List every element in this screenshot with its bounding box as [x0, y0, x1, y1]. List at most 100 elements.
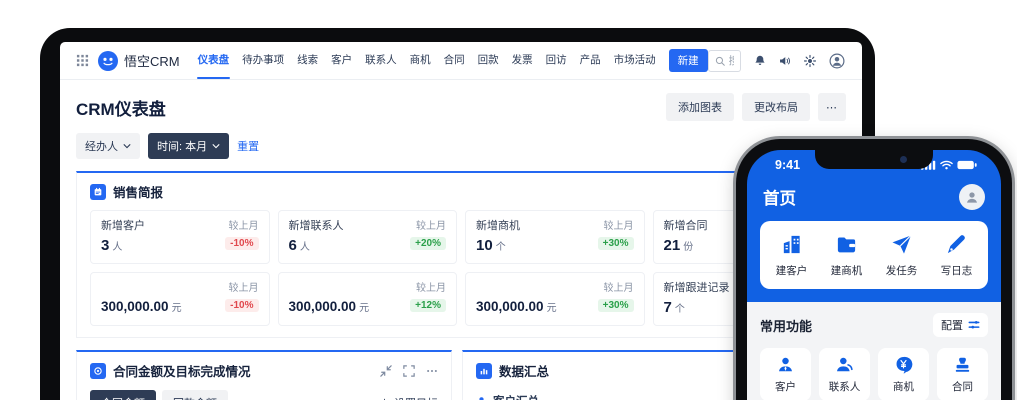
bell-icon[interactable]: [753, 54, 767, 68]
summary-panel-icon: [476, 363, 492, 379]
top-nav: 悟空CRM 仪表盘 待办事项 线索 客户 联系人 商机 合同 回款 发票 回访 …: [60, 42, 862, 80]
more-icon[interactable]: [426, 365, 438, 377]
menu-item-payments[interactable]: 回款: [475, 42, 502, 79]
person-icon: [964, 189, 980, 205]
menu-item-marketing[interactable]: 市场活动: [611, 42, 659, 79]
metric-value: 300,000.00: [289, 299, 357, 314]
create-new-button[interactable]: 新建: [669, 49, 708, 72]
nav-icons: [753, 52, 846, 70]
compare-label: 较上月: [225, 217, 258, 232]
contract-panel-title: 合同金额及目标完成情况: [113, 361, 251, 380]
metric-unit: 人: [112, 242, 122, 253]
metric-value: 3: [101, 237, 109, 254]
sales-brief-panel: 销售简报 新增客户 3人 较上月 -10% 新增联系人 6人 较上月 +20%: [76, 171, 846, 338]
page-header: CRM仪表盘 添加图表 更改布局 ⋯: [60, 80, 862, 121]
metric-title: [476, 279, 557, 294]
menu-item-opportunities[interactable]: 商机: [407, 42, 434, 79]
tile-contracts[interactable]: 合同: [937, 348, 988, 400]
metric-card-new-contacts: 新增联系人 6人 较上月 +20%: [278, 210, 458, 264]
speaker-icon[interactable]: [778, 54, 792, 68]
metric-value: 21: [664, 237, 681, 254]
search-input[interactable]: [729, 55, 734, 67]
quick-action-send-task[interactable]: 发任务: [874, 233, 929, 278]
menu-item-todo[interactable]: 待办事项: [239, 42, 287, 79]
owner-filter[interactable]: 经办人: [76, 133, 140, 159]
compare-label: 较上月: [410, 279, 446, 294]
quick-action-new-opportunity[interactable]: 建商机: [819, 233, 874, 278]
time-filter[interactable]: 时间: 本月: [148, 133, 229, 159]
metric-value: 10: [476, 237, 493, 254]
tile-opportunities[interactable]: 商机: [878, 348, 929, 400]
metric-value: 6: [289, 237, 297, 254]
compare-label: 较上月: [225, 279, 258, 294]
metric-unit: 元: [359, 303, 369, 314]
wukong-logo-icon[interactable]: [98, 51, 118, 71]
reset-filters-link[interactable]: 重置: [237, 138, 259, 154]
compare-label: 较上月: [410, 217, 446, 232]
brand-name: 悟空CRM: [124, 51, 180, 70]
function-tiles: 客户 联系人 商机 合同: [760, 348, 988, 400]
metric-card-contract-amount: 300,000.00元 较上月 -10%: [90, 272, 270, 326]
owner-filter-label: 经办人: [85, 138, 118, 154]
tile-label: 商机: [893, 379, 914, 394]
tab-payment-amount[interactable]: 回款金额: [162, 390, 228, 400]
metric-unit: 元: [172, 303, 182, 314]
tile-customers[interactable]: 客户: [760, 348, 811, 400]
contract-panel-tools: [380, 365, 438, 377]
menu-item-products[interactable]: 产品: [577, 42, 604, 79]
trend-badge: +30%: [598, 299, 634, 312]
status-time: 9:41: [775, 158, 800, 172]
filter-bar: 经办人 时间: 本月 重置: [60, 121, 862, 159]
common-functions-header: 常用功能 配置: [760, 313, 988, 337]
menu-item-invoices[interactable]: 发票: [509, 42, 536, 79]
metric-title: 新增跟进记录: [664, 279, 730, 295]
menu-item-visits[interactable]: 回访: [543, 42, 570, 79]
change-layout-button[interactable]: 更改布局: [742, 93, 810, 121]
summary-panel-title: 数据汇总: [499, 361, 549, 380]
menu-item-dashboard[interactable]: 仪表盘: [195, 42, 233, 79]
stamp-icon: [953, 355, 972, 374]
user-avatar-icon[interactable]: [828, 52, 846, 70]
person-headset-icon: [835, 355, 854, 374]
quick-action-new-customer[interactable]: 建客户: [764, 233, 819, 278]
tile-contacts[interactable]: 联系人: [819, 348, 870, 400]
menu-item-leads[interactable]: 线索: [294, 42, 321, 79]
add-chart-button[interactable]: 添加图表: [666, 93, 734, 121]
metric-cards: 新增客户 3人 较上月 -10% 新增联系人 6人 较上月 +20% 新增商机: [90, 210, 832, 326]
metric-value: 7: [664, 299, 672, 316]
search-box[interactable]: [708, 50, 741, 72]
yen-circle-icon: [894, 355, 913, 374]
sliders-icon: [968, 319, 980, 331]
metric-value: 300,000.00: [101, 299, 169, 314]
collapse-icon[interactable]: [380, 365, 392, 377]
menu-item-contacts[interactable]: 联系人: [362, 42, 400, 79]
metric-card-opportunity-amount: 300,000.00元 较上月 +30%: [465, 272, 645, 326]
more-actions-button[interactable]: ⋯: [818, 93, 846, 121]
common-functions-title: 常用功能: [760, 316, 812, 335]
quick-actions-card: 建客户 建商机 发任务 写日志: [760, 221, 988, 289]
menu-item-customers[interactable]: 客户: [328, 42, 355, 79]
menu-item-contracts[interactable]: 合同: [441, 42, 468, 79]
page-title: CRM仪表盘: [76, 95, 166, 120]
app-grid-icon[interactable]: [76, 54, 89, 67]
phone-screen: 9:41 首页 建客户 建: [747, 150, 1001, 400]
building-icon: [780, 233, 803, 256]
trend-badge: -10%: [225, 299, 258, 312]
configure-button[interactable]: 配置: [933, 313, 988, 337]
gear-icon[interactable]: [803, 54, 817, 68]
tab-contract-amount[interactable]: 合同金额: [90, 390, 156, 400]
phone-header: 首页: [747, 172, 1001, 219]
chevron-down-icon: [212, 142, 220, 150]
metric-title: [101, 279, 182, 294]
quick-action-write-log[interactable]: 写日志: [929, 233, 984, 278]
quick-action-label: 建商机: [831, 263, 863, 278]
phone-avatar[interactable]: [959, 184, 985, 210]
metric-unit: 份: [683, 242, 693, 253]
customer-summary-icon: [476, 396, 487, 400]
sales-brief-title: 销售简报: [113, 182, 163, 201]
set-target-button[interactable]: 设置目标: [379, 395, 438, 400]
bottom-panels: 合同金额及目标完成情况 合同金额 回款金额 设置目标: [76, 350, 846, 400]
trend-badge: +30%: [598, 237, 634, 250]
fullscreen-icon[interactable]: [403, 365, 415, 377]
tile-label: 客户: [775, 379, 796, 394]
